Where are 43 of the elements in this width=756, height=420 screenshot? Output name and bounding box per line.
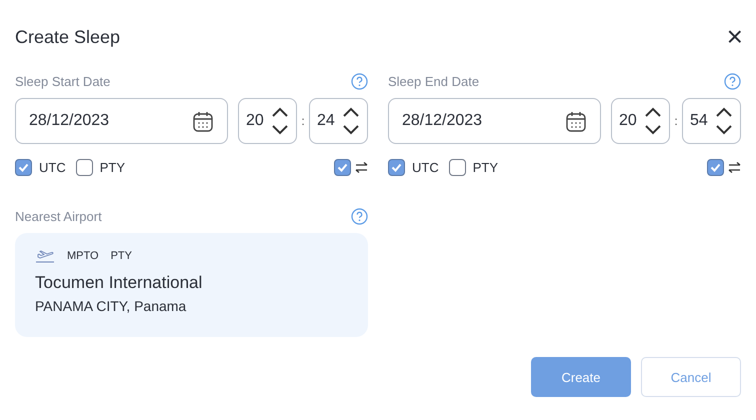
time-separator: : [300,114,306,128]
airport-code: PTY [110,250,132,262]
checkbox[interactable] [388,158,405,176]
swap-icon[interactable] [355,162,368,172]
hour-field[interactable]: 20 [611,98,670,144]
stepper-icon[interactable] [714,105,734,137]
airport-code: MPTO [67,250,99,262]
timezone-label: UTC [39,160,66,174]
help-icon[interactable] [351,208,368,224]
timezone-label: UTC [412,160,439,174]
help-icon[interactable] [351,72,368,90]
timezone-label: PTY [100,160,126,174]
time-separator: : [673,114,679,128]
dialog-title: Create Sleep [15,26,120,48]
stepper-icon[interactable] [270,105,290,137]
timezone-label: PTY [472,160,498,174]
stepper-icon[interactable] [341,105,361,137]
field-label: Sleep Start Date [15,74,110,88]
calendar-icon[interactable] [566,110,586,132]
hour-field[interactable]: 20 [238,98,297,144]
checkbox[interactable] [15,158,32,176]
stepper-icon[interactable] [643,105,663,137]
date-field[interactable]: 28/12/2023 [388,98,601,144]
airport-city: PANAMA CITY, Panama [35,298,188,314]
checkmark-icon [18,162,29,172]
close-button[interactable]: × [726,25,743,49]
checkbox[interactable] [334,158,351,176]
airport-name: Tocumen International [35,273,204,293]
checkmark-icon [710,162,721,172]
calendar-icon[interactable] [193,110,213,132]
field-label: Nearest Airport [15,208,102,224]
swap-icon[interactable] [728,162,741,172]
checkbox[interactable] [707,158,724,176]
checkmark-icon [391,162,402,172]
minute-field[interactable]: 24 [309,98,368,144]
plane-icon [35,249,55,263]
field-label: Sleep End Date [388,74,480,88]
checkmark-icon [337,162,348,172]
help-icon[interactable] [724,72,741,90]
checkbox[interactable] [448,158,466,176]
checkbox[interactable] [76,158,93,176]
minute-field[interactable]: 54 [682,98,741,144]
date-field[interactable]: 28/12/2023 [15,98,228,144]
